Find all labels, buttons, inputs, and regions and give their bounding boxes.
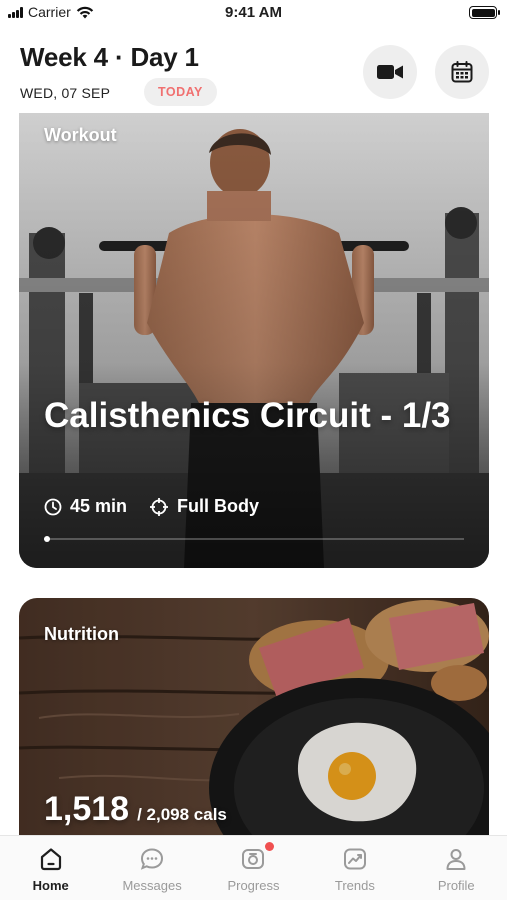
camera-icon xyxy=(242,849,265,869)
nutrition-label: Nutrition xyxy=(44,624,119,644)
trend-chart-icon xyxy=(343,848,366,870)
video-camera-icon xyxy=(377,65,403,79)
target-icon xyxy=(150,497,169,516)
carousel-indicator xyxy=(44,536,464,542)
user-icon xyxy=(446,849,466,870)
calendar-icon xyxy=(451,61,473,83)
date-label: WED, 07 SEP xyxy=(20,85,111,101)
tab-progress-label: Progress xyxy=(227,878,280,893)
chat-icon xyxy=(140,848,164,870)
tab-profile-label: Profile xyxy=(437,878,475,893)
calories-goal: / 2,098 cals xyxy=(137,805,227,824)
calendar-button[interactable] xyxy=(435,45,489,99)
notification-dot xyxy=(264,842,274,851)
clock-icon xyxy=(44,498,62,515)
workout-title: Calisthenics Circuit - 1/3 xyxy=(44,396,451,435)
focus-label: Full Body xyxy=(177,496,260,516)
today-badge[interactable]: TODAY xyxy=(144,78,217,106)
calories-consumed: 1,518 xyxy=(44,790,130,828)
duration-label: 45 min xyxy=(70,496,128,516)
status-time: 9:41 AM xyxy=(225,4,282,21)
focus-item: Full Body xyxy=(149,496,259,517)
workout-meta: 45 min Full Body xyxy=(44,496,281,517)
tab-bar: Home Messages Progress Trends Profile xyxy=(0,835,507,900)
tab-home[interactable]: Home xyxy=(0,836,101,900)
tab-trends[interactable]: Trends xyxy=(304,836,405,900)
header: Week 4 · Day 1 WED, 07 SEP TODAY xyxy=(0,26,507,118)
tab-progress[interactable]: Progress xyxy=(203,836,304,900)
calories-summary: 1,518 / 2,098 cals xyxy=(44,790,227,829)
tab-trends-label: Trends xyxy=(334,878,375,893)
status-bar: Carrier 9:41 AM xyxy=(0,0,507,26)
duration-item: 45 min xyxy=(44,496,127,517)
tab-home-label: Home xyxy=(32,878,69,893)
home-icon xyxy=(40,848,61,871)
tab-messages-label: Messages xyxy=(122,878,182,893)
battery-icon xyxy=(469,6,500,19)
workout-label: Workout xyxy=(44,125,117,145)
page-title: Week 4 · Day 1 xyxy=(20,42,199,72)
tab-profile[interactable]: Profile xyxy=(406,836,507,900)
nutrition-card[interactable]: Nutrition 1,518 / 2,098 cals xyxy=(19,598,489,858)
carousel-dot xyxy=(44,536,50,542)
tab-messages[interactable]: Messages xyxy=(102,836,203,900)
workout-card[interactable]: Workout Calisthenics Circuit - 1/3 45 mi… xyxy=(19,113,489,568)
video-button[interactable] xyxy=(363,45,417,99)
